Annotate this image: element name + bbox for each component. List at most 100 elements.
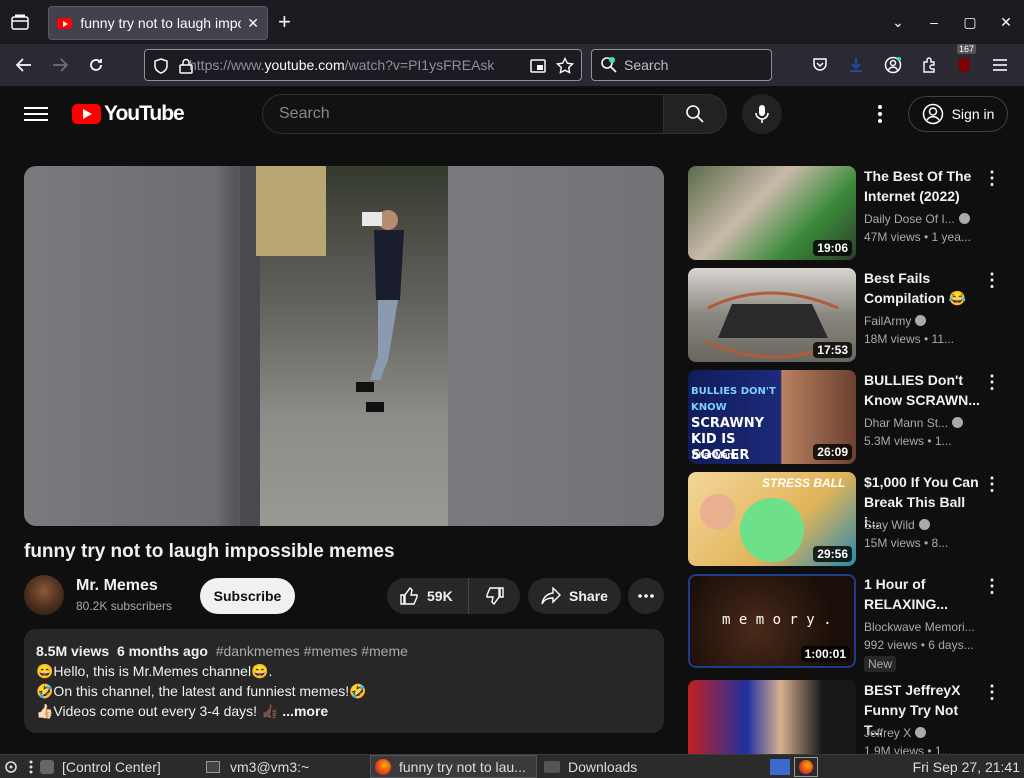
kebab-menu-icon[interactable]: ⋮ xyxy=(980,472,1004,496)
video-building xyxy=(256,166,326,256)
workspace-2[interactable] xyxy=(794,756,818,777)
upload-age: 6 months ago xyxy=(116,643,208,659)
voice-search-button[interactable] xyxy=(742,94,782,134)
browser-tab-active[interactable]: funny try not to laugh impos ✕ xyxy=(48,6,268,40)
maximize-button[interactable]: ▢ xyxy=(952,14,988,31)
account-icon[interactable] xyxy=(880,52,906,78)
related-video-channel[interactable]: FailArmy xyxy=(864,314,980,328)
video-thumbnail[interactable]: BULLIES DON'T KNOW SCRAWNY KID IS SOCCER… xyxy=(688,370,856,464)
video-title: funny try not to laugh impossible memes xyxy=(24,541,395,562)
settings-more-icon[interactable] xyxy=(868,102,892,126)
kebab-menu-icon[interactable]: ⋮ xyxy=(980,166,1004,190)
taskbar-control-center[interactable]: [Control Center] xyxy=(40,755,161,778)
extensions-icon[interactable] xyxy=(916,52,942,78)
youtube-play-icon xyxy=(72,104,101,124)
show-more-link[interactable]: ...more xyxy=(282,703,328,719)
related-video-stats: 1.9M views • 1... xyxy=(864,744,952,754)
related-video-title[interactable]: The Best Of The Internet (2022) xyxy=(864,166,980,206)
related-video-channel[interactable]: Daily Dose Of I... xyxy=(864,212,980,226)
video-thumbnail[interactable]: 17:53 xyxy=(688,268,856,362)
kebab-menu-icon[interactable]: ⋮ xyxy=(980,680,1004,704)
browser-search-placeholder: Search xyxy=(624,57,669,73)
dislike-button[interactable] xyxy=(469,578,520,614)
related-video-channel[interactable]: Jeffrey X xyxy=(864,726,980,740)
folder-icon xyxy=(544,760,560,773)
channel-row: Mr. Memes 80.2K subscribers Subscribe 59… xyxy=(24,575,664,615)
ublock-icon[interactable]: 167 xyxy=(951,44,977,78)
related-video-channel[interactable]: Stay Wild xyxy=(864,518,980,532)
video-duration: 29:56 xyxy=(813,546,852,562)
video-thumbnail[interactable]: 19:06 xyxy=(688,166,856,260)
thumbnail-brand: Dhar Mann xyxy=(692,450,739,460)
close-window-button[interactable]: ✕ xyxy=(988,14,1024,31)
video-thumbnail[interactable]: STRESS BALL 29:56 xyxy=(688,472,856,566)
youtube-header: YouTube Search Sign in xyxy=(0,86,1024,142)
pocket-icon[interactable] xyxy=(807,52,833,78)
verified-icon xyxy=(958,213,970,224)
related-video-title[interactable]: Best Fails Compilation 😂 xyxy=(864,268,980,308)
browser-search-bar[interactable]: Search xyxy=(591,49,772,81)
browser-nav-bar: https://www.youtube.com/watch?v=PI1ysFRE… xyxy=(0,44,1024,86)
bookmark-star-icon[interactable] xyxy=(556,57,574,75)
sign-in-label: Sign in xyxy=(951,106,995,122)
address-bar[interactable]: https://www.youtube.com/watch?v=PI1ysFRE… xyxy=(144,49,582,81)
related-video-stats: 5.3M views • 1... xyxy=(864,434,952,448)
shield-icon[interactable] xyxy=(153,58,169,74)
minimize-button[interactable]: – xyxy=(916,14,952,30)
hashtags[interactable]: #dankmemes #memes #meme xyxy=(216,643,408,659)
taskbar-downloads[interactable]: Downloads xyxy=(544,755,637,778)
back-icon[interactable] xyxy=(11,52,37,78)
video-thumbnail[interactable]: m e m o r y . 1:00:01 xyxy=(688,574,856,668)
list-all-tabs-icon[interactable]: ⌄ xyxy=(880,14,916,31)
related-video-channel[interactable]: Blockwave Memori... xyxy=(864,620,980,634)
guide-menu-icon[interactable] xyxy=(24,104,48,124)
microphone-icon xyxy=(755,105,769,123)
browser-tab-bar: funny try not to laugh impos ✕ + ⌄ – ▢ ✕ xyxy=(0,0,1024,44)
youtube-search-input[interactable]: Search xyxy=(262,94,664,134)
new-tab-button[interactable]: + xyxy=(278,9,291,35)
kebab-menu-icon[interactable]: ⋮ xyxy=(980,574,1004,598)
related-video-item[interactable]: BEST JeffreyX Funny Try Not T... Jeffrey… xyxy=(688,680,1008,754)
clock[interactable]: Fri Sep 27, 21:41 xyxy=(913,755,1020,778)
related-video-title[interactable]: 1 Hour of RELAXING... xyxy=(864,574,980,614)
channel-avatar[interactable] xyxy=(24,575,64,615)
kebab-menu-icon[interactable]: ⋮ xyxy=(980,370,1004,394)
video-player[interactable] xyxy=(24,166,664,526)
system-menu-icon[interactable] xyxy=(4,755,36,778)
share-button[interactable]: Share xyxy=(528,578,621,614)
os-taskbar: [Control Center] vm3@vm3:~ funny try not… xyxy=(0,754,1024,778)
verified-icon xyxy=(915,315,927,326)
kebab-menu-icon[interactable]: ⋮ xyxy=(980,268,1004,292)
search-engine-icon xyxy=(601,57,617,73)
workspace-switcher[interactable] xyxy=(770,755,818,778)
picture-in-picture-icon[interactable] xyxy=(530,58,546,74)
subscribe-button[interactable]: Subscribe xyxy=(200,578,295,614)
description-meta: 8.5M views 6 months ago #dankmemes #meme… xyxy=(36,641,652,661)
description-box[interactable]: 8.5M views 6 months ago #dankmemes #meme… xyxy=(24,629,664,733)
taskbar-terminal[interactable]: vm3@vm3:~ xyxy=(206,755,309,778)
related-video-item[interactable]: BULLIES DON'T KNOW SCRAWNY KID IS SOCCER… xyxy=(688,370,1008,464)
related-video-item[interactable]: STRESS BALL 29:56 $1,000 If You Can Brea… xyxy=(688,472,1008,566)
related-video-item[interactable]: 19:06 The Best Of The Internet (2022) Da… xyxy=(688,166,1008,260)
tab-list-icon[interactable] xyxy=(8,11,32,33)
like-button[interactable]: 59K xyxy=(387,578,469,614)
reload-icon[interactable] xyxy=(83,52,109,78)
channel-name[interactable]: Mr. Memes xyxy=(76,577,158,595)
app-menu-icon[interactable] xyxy=(987,52,1013,78)
taskbar-firefox[interactable]: funny try not to lau... xyxy=(370,755,537,778)
youtube-search-button[interactable] xyxy=(663,94,727,134)
tab-close-icon[interactable]: ✕ xyxy=(247,15,259,32)
forward-icon[interactable] xyxy=(47,52,73,78)
more-actions-button[interactable] xyxy=(628,578,664,614)
url-text[interactable]: https://www.youtube.com/watch?v=PI1ysFRE… xyxy=(189,57,499,73)
related-video-channel[interactable]: Dhar Mann St... xyxy=(864,416,980,430)
related-video-item[interactable]: 17:53 Best Fails Compilation 😂 FailArmy … xyxy=(688,268,1008,362)
lock-icon[interactable] xyxy=(179,58,193,74)
sign-in-button[interactable]: Sign in xyxy=(908,96,1008,132)
video-thumbnail[interactable] xyxy=(688,680,856,754)
workspace-1[interactable] xyxy=(770,758,790,775)
downloads-icon[interactable] xyxy=(843,52,869,78)
youtube-logo[interactable]: YouTube xyxy=(72,102,185,126)
related-video-title[interactable]: BULLIES Don't Know SCRAWN... xyxy=(864,370,980,410)
related-video-item[interactable]: m e m o r y . 1:00:01 1 Hour of RELAXING… xyxy=(688,574,1008,672)
